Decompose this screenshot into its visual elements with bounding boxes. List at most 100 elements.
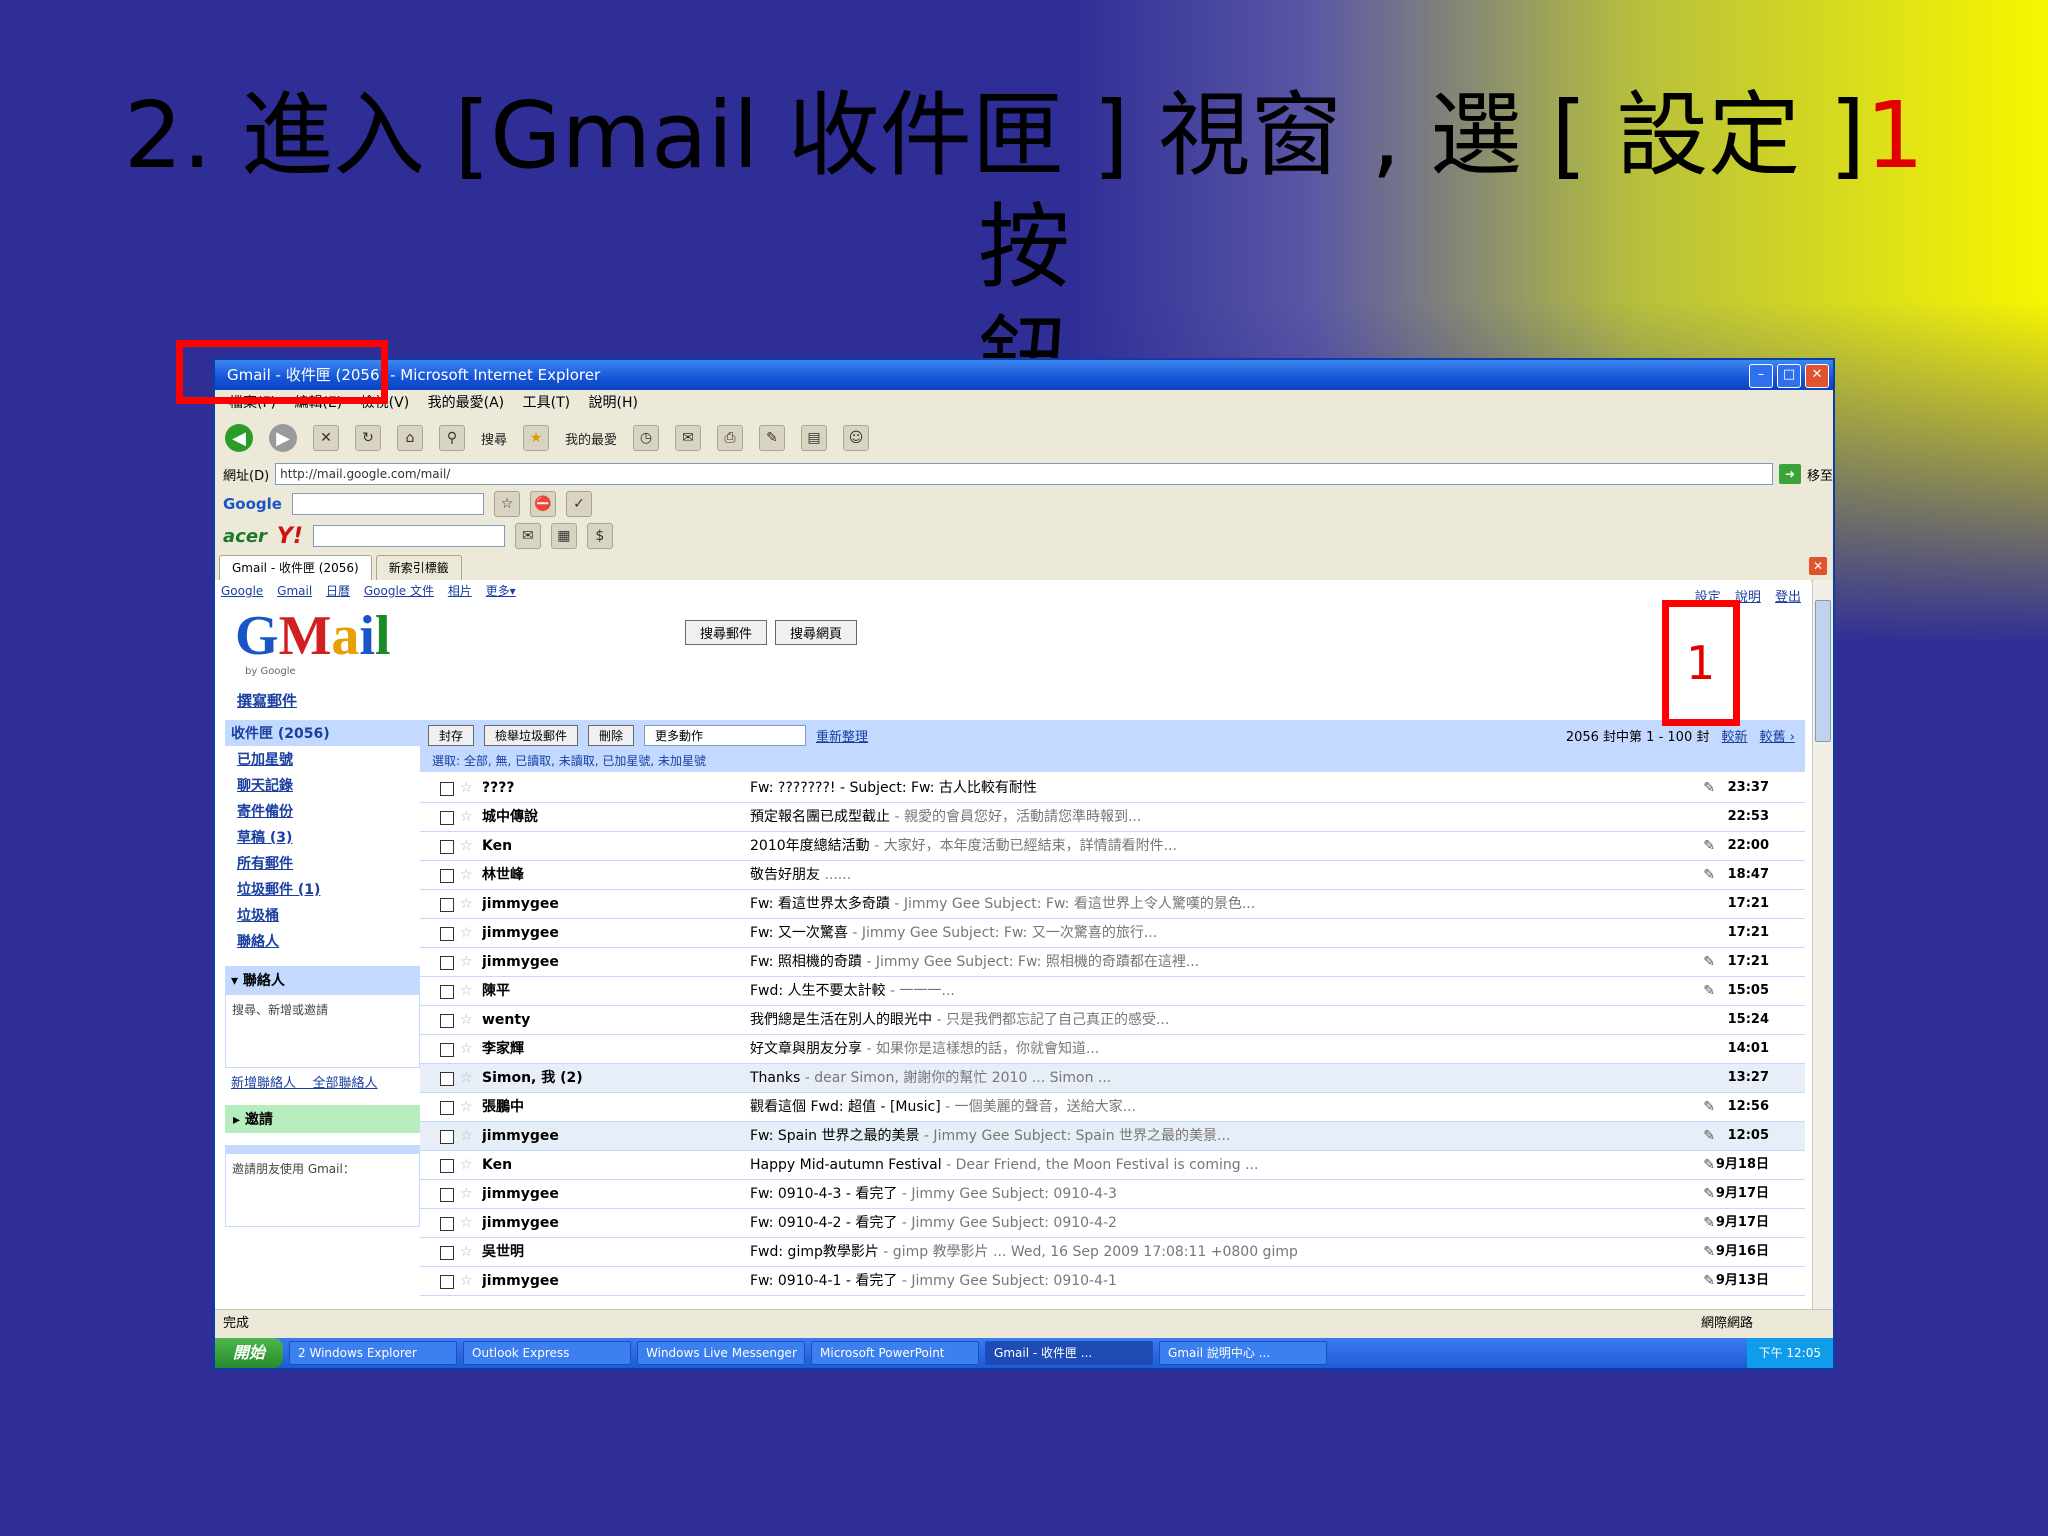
archive-button[interactable]: 封存	[428, 724, 475, 746]
check-icon[interactable]: ✓	[565, 491, 592, 517]
mail-icon[interactable]: ✉	[514, 523, 541, 549]
star-icon[interactable]: ☆	[460, 1151, 473, 1179]
mail-row[interactable]: ☆ Simon, 我 (2) Thanks - dear Simon, 謝謝你的幫忙…	[420, 1064, 1805, 1093]
row-checkbox[interactable]	[440, 1217, 454, 1231]
mail-row[interactable]: ☆ wenty 我們總是生活在別人的眼光中 - 只是我們都忘記了自己真正的感受...…	[420, 1006, 1805, 1035]
link-gmail[interactable]: Gmail	[277, 584, 312, 598]
star-icon[interactable]: ☆	[460, 890, 473, 918]
yahoo-search-input[interactable]	[312, 525, 505, 547]
mail-row[interactable]: ☆ jimmygee Fw: 照相機的奇蹟 - Jimmy Gee Subject:…	[420, 948, 1805, 977]
gmail-logo[interactable]: GMail	[235, 604, 391, 668]
search-web-button[interactable]: 搜尋網頁	[775, 620, 858, 645]
taskbar-item[interactable]: Outlook Express	[463, 1341, 632, 1365]
star-icon[interactable]: ☆	[460, 774, 473, 802]
row-checkbox[interactable]	[440, 1043, 454, 1057]
star-icon[interactable]: ☆	[460, 1209, 473, 1237]
row-checkbox[interactable]	[440, 898, 454, 912]
select-row[interactable]: 選取: 全部, 無, 已讀取, 未讀取, 已加星號, 未加星號	[420, 750, 1805, 772]
star-icon[interactable]: ☆	[460, 803, 473, 831]
mail-icon[interactable]: ✉	[675, 425, 702, 451]
forward-arrow-icon[interactable]: ▶	[269, 424, 297, 452]
row-checkbox[interactable]	[440, 1188, 454, 1202]
bookmark-icon[interactable]: ☆	[493, 491, 520, 517]
print-icon[interactable]: ⎙	[717, 425, 744, 451]
star-icon[interactable]: ☆	[460, 1122, 473, 1150]
taskbar-item[interactable]: Windows Live Messenger	[637, 1341, 806, 1365]
row-checkbox[interactable]	[440, 985, 454, 999]
history-icon[interactable]: ◷	[633, 425, 660, 451]
mail-row[interactable]: ☆ 張鵬中 觀看這個 Fwd: 超值 - [Music] - 一個美麗的聲音，送給大…	[420, 1093, 1805, 1122]
taskbar-item[interactable]: Gmail - 收件匣 ...	[985, 1341, 1154, 1365]
delete-button[interactable]: 刪除	[588, 724, 635, 746]
sidebar-item-inbox[interactable]: 收件匣 (2056)	[225, 720, 420, 746]
shopping-icon[interactable]: $	[586, 523, 613, 549]
mail-row[interactable]: ☆ jimmygee Fw: Spain 世界之最的美景 - Jimmy Gee S…	[420, 1122, 1805, 1151]
row-checkbox[interactable]	[440, 1014, 454, 1028]
sidebar-item-all-mail[interactable]: 所有郵件	[225, 850, 420, 876]
messenger-icon[interactable]: ☺	[843, 425, 870, 451]
minimize-button[interactable]: –	[1749, 364, 1773, 388]
star-icon[interactable]: ★	[523, 425, 550, 451]
mail-row[interactable]: ☆ 李家輝 好文章與朋友分享 - 如果你是這樣想的話，你就會知道... 14:01	[420, 1035, 1805, 1064]
star-icon[interactable]: ☆	[460, 832, 473, 860]
mail-row[interactable]: ☆ 吳世明 Fwd: gimp教學影片 - gimp 教學影片 ... Wed, 1…	[420, 1238, 1805, 1267]
link-photos[interactable]: 相片	[448, 584, 472, 598]
sidebar-item-sent[interactable]: 寄件備份	[225, 798, 420, 824]
sidebar-item-contacts[interactable]: 聯絡人	[225, 928, 420, 954]
go-arrow-icon[interactable]: ➜	[1778, 464, 1801, 484]
stop-icon[interactable]: ✕	[313, 425, 339, 451]
window-titlebar[interactable]: Gmail - 收件匣 (2056) - Microsoft Internet …	[215, 360, 1833, 390]
search-icon[interactable]: ⚲	[439, 425, 465, 451]
favorites-toolbar-label[interactable]: 我的最愛	[565, 429, 617, 448]
row-checkbox[interactable]	[440, 1101, 454, 1115]
taskbar-item[interactable]: Gmail 說明中心 ...	[1159, 1341, 1328, 1365]
sidebar-item-chats[interactable]: 聊天記錄	[225, 772, 420, 798]
link-docs[interactable]: Google 文件	[364, 584, 434, 598]
sidebar-item-trash[interactable]: 垃圾桶	[225, 902, 420, 928]
contacts-box-header[interactable]: ▾ 聯絡人	[225, 966, 420, 994]
start-button[interactable]: 開始	[215, 1338, 284, 1368]
row-checkbox[interactable]	[440, 782, 454, 796]
row-checkbox[interactable]	[440, 869, 454, 883]
go-label[interactable]: 移至	[1807, 465, 1833, 484]
search-toolbar-label[interactable]: 搜尋	[481, 429, 507, 448]
row-checkbox[interactable]	[440, 927, 454, 941]
mail-row[interactable]: ☆???? Fw: ???????! - Subject: Fw: 古人比較有耐性…	[420, 774, 1805, 803]
sidebar-item-drafts[interactable]: 草稿 (3)	[225, 824, 420, 850]
menu-help[interactable]: 說明(H)	[589, 395, 638, 411]
mail-row[interactable]: ☆ Ken 2010年度總結活動 - 大家好，本年度活動已經結束，詳情請看附件...…	[420, 832, 1805, 861]
row-checkbox[interactable]	[440, 840, 454, 854]
mail-row[interactable]: ☆ 林世峰 敬告好朋友 ...... ✎ 18:47	[420, 861, 1805, 890]
link-google[interactable]: Google	[221, 584, 263, 598]
star-icon[interactable]: ☆	[460, 1006, 473, 1034]
mail-row[interactable]: ☆ jimmygee Fw: 看這世界太多奇蹟 - Jimmy Gee Subjec…	[420, 890, 1805, 919]
star-icon[interactable]: ☆	[460, 861, 473, 889]
close-window-button[interactable]: ✕	[1805, 364, 1829, 388]
page-scrollbar[interactable]	[1812, 580, 1833, 1310]
mail-row[interactable]: ☆ jimmygee Fw: 0910-4-1 - 看完了 - Jimmy Gee …	[420, 1267, 1805, 1296]
back-arrow-icon[interactable]: ◀	[225, 424, 253, 452]
star-icon[interactable]: ☆	[460, 1064, 473, 1092]
scrollbar-thumb[interactable]	[1815, 600, 1831, 742]
more-actions-select[interactable]: 更多動作	[644, 724, 807, 746]
row-checkbox[interactable]	[440, 811, 454, 825]
sidebar-item-spam[interactable]: 垃圾郵件 (1)	[225, 876, 420, 902]
link-more[interactable]: 更多▾	[486, 584, 516, 598]
mail-row[interactable]: ☆ Ken Happy Mid-autumn Festival - Dear Fri…	[420, 1151, 1805, 1180]
news-icon[interactable]: ▦	[550, 523, 577, 549]
refresh-link[interactable]: 重新整理	[816, 726, 868, 745]
home-icon[interactable]: ⌂	[397, 425, 423, 451]
row-checkbox[interactable]	[440, 1130, 454, 1144]
row-checkbox[interactable]	[440, 1246, 454, 1260]
taskbar-item[interactable]: 2 Windows Explorer	[289, 1341, 458, 1365]
folder-icon[interactable]: ▤	[801, 425, 828, 451]
star-icon[interactable]: ☆	[460, 1180, 473, 1208]
newer-link[interactable]: 較新	[1722, 730, 1748, 745]
google-toolbar-search[interactable]	[291, 493, 484, 515]
sidebar-item-starred[interactable]: 已加星號	[225, 746, 420, 772]
tab-gmail[interactable]: Gmail - 收件匣 (2056)	[219, 555, 372, 580]
link-calendar[interactable]: 日曆	[326, 584, 350, 598]
popup-blocker-icon[interactable]: ⛔	[529, 491, 556, 517]
mail-row[interactable]: ☆ 陳平 Fwd: 人生不要太計較 - 一一一... ✎ 15:05	[420, 977, 1805, 1006]
row-checkbox[interactable]	[440, 1275, 454, 1289]
